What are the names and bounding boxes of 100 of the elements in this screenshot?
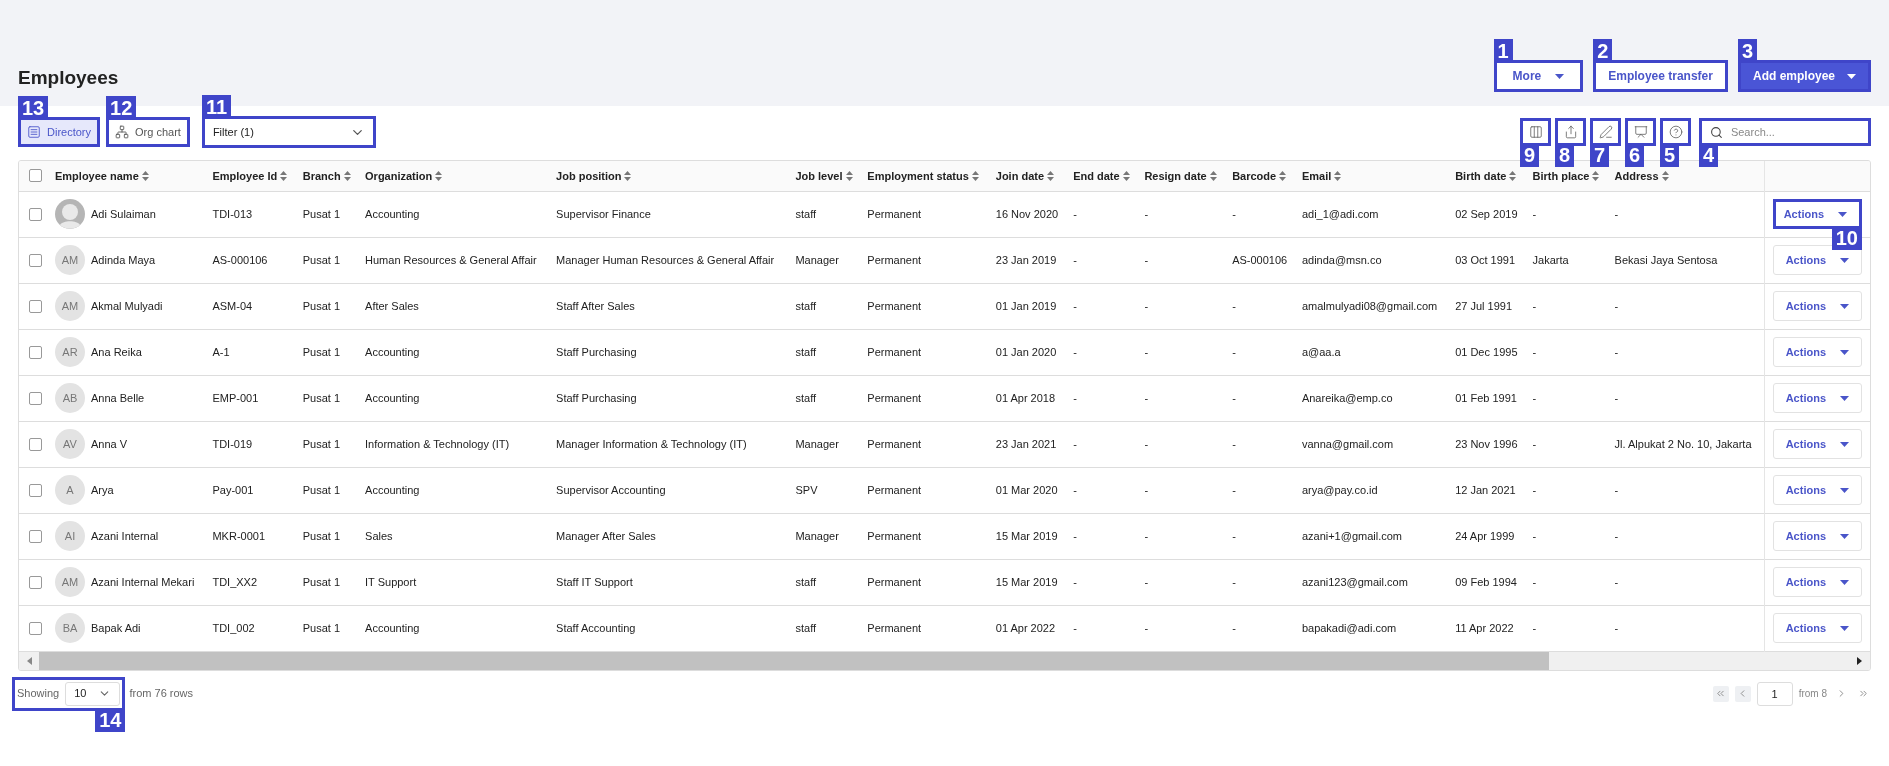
employee-name[interactable]: Adi Sulaiman xyxy=(91,205,156,223)
table-cell: - xyxy=(1232,575,1236,588)
column-header[interactable]: Birth date xyxy=(1455,167,1517,184)
table-cell: SPV xyxy=(795,483,818,496)
column-header[interactable]: End date xyxy=(1073,167,1130,184)
employee-name[interactable]: Anna V xyxy=(91,435,128,453)
column-header[interactable]: Join date xyxy=(995,167,1055,184)
table-cell: staff xyxy=(795,621,817,634)
table-cell: Pusat 1 xyxy=(302,529,341,542)
page-size-dropdown[interactable]: 10 xyxy=(65,681,121,706)
avatar-initials: AB xyxy=(55,383,85,413)
table-cell: - xyxy=(1073,575,1077,588)
row-checkbox[interactable] xyxy=(29,253,42,267)
employee-name[interactable]: Anna Belle xyxy=(91,389,145,407)
table-cell: Sales xyxy=(365,529,393,542)
callout-number: 10 xyxy=(1831,226,1862,250)
first-page-icon xyxy=(1715,688,1727,699)
table-cell: 01 Apr 2018 xyxy=(995,391,1056,404)
table-cell: azani+1@gmail.com xyxy=(1301,529,1403,542)
actions-button[interactable]: Actions xyxy=(1772,383,1862,413)
row-checkbox[interactable] xyxy=(29,529,42,543)
table-cell: - xyxy=(1073,529,1077,542)
row-checkbox[interactable] xyxy=(29,345,42,359)
sort-icon xyxy=(1661,170,1669,181)
column-header[interactable]: Resign date xyxy=(1144,167,1217,184)
employee-name[interactable]: Akmal Mulyadi xyxy=(91,297,163,315)
row-checkbox[interactable] xyxy=(29,621,42,635)
table-cell: EMP-001 xyxy=(212,391,259,404)
column-header[interactable]: Job position xyxy=(556,167,632,184)
actions-button[interactable]: Actions xyxy=(1772,337,1862,367)
column-header[interactable]: Employee Id xyxy=(212,167,288,184)
table-cell: MKR-0001 xyxy=(212,529,265,542)
table-cell: Manager After Sales xyxy=(556,529,656,542)
table-cell: AS-000106 xyxy=(1232,253,1288,266)
employee-name[interactable]: Ana Reika xyxy=(91,343,142,361)
table-cell: a@aa.a xyxy=(1301,345,1341,358)
table-cell: - xyxy=(1614,483,1619,496)
column-header[interactable]: Barcode xyxy=(1232,167,1287,184)
caret-icon xyxy=(1840,487,1849,493)
column-header[interactable]: Birth place xyxy=(1532,167,1600,184)
previous-page-button[interactable] xyxy=(1734,685,1751,702)
table-cell: 12 Jan 2021 xyxy=(1455,483,1516,496)
table-cell: Pusat 1 xyxy=(302,299,341,312)
table-cell: amalmulyadi08@gmail.com xyxy=(1301,299,1438,312)
column-header[interactable]: Employee name xyxy=(55,167,149,184)
column-header[interactable]: Address xyxy=(1614,167,1669,184)
table-cell: - xyxy=(1232,207,1236,220)
row-checkbox[interactable] xyxy=(29,207,42,221)
table-cell: Permanent xyxy=(867,207,922,220)
actions-button[interactable]: Actions xyxy=(1772,291,1862,321)
column-header[interactable]: Email xyxy=(1301,167,1342,184)
avatar-initials: AR xyxy=(55,337,85,367)
view-tab[interactable]: Directory xyxy=(21,120,97,144)
column-header[interactable]: Organization xyxy=(365,167,443,184)
row-checkbox[interactable] xyxy=(29,575,42,589)
actions-button[interactable]: Actions xyxy=(1772,245,1862,275)
actions-button[interactable]: Actions xyxy=(1772,613,1862,643)
actions-button[interactable]: Actions xyxy=(1772,475,1862,505)
column-header[interactable]: Employment status xyxy=(867,167,979,184)
sort-icon xyxy=(1592,170,1600,181)
table-cell: staff xyxy=(795,207,817,220)
employee-name[interactable]: Adinda Maya xyxy=(91,251,156,269)
table-cell: 11 Apr 2022 xyxy=(1455,621,1514,634)
row-checkbox[interactable] xyxy=(29,483,42,497)
actions-button[interactable]: Actions xyxy=(1772,567,1862,597)
callout-number: 8 xyxy=(1555,143,1575,167)
row-checkbox[interactable] xyxy=(29,437,42,451)
table-cell: Pusat 1 xyxy=(302,345,341,358)
more-button[interactable]: More xyxy=(1496,63,1581,89)
table-cell: Pusat 1 xyxy=(302,575,341,588)
avatar-initials: AV xyxy=(55,429,85,459)
actions-button[interactable]: Actions xyxy=(1772,521,1862,551)
table-cell: - xyxy=(1232,529,1236,542)
table-cell: Permanent xyxy=(867,621,922,634)
page-number-field[interactable]: 1 xyxy=(1756,681,1793,706)
select-all-checkbox[interactable] xyxy=(29,169,42,183)
column-header[interactable]: Job level xyxy=(795,167,853,184)
actions-button[interactable]: Actions xyxy=(1772,429,1862,459)
employee-name[interactable]: Azani Internal xyxy=(91,527,159,545)
transfer-button[interactable]: Employee transfer xyxy=(1596,63,1725,89)
row-checkbox[interactable] xyxy=(29,391,42,405)
table-cell: 23 Jan 2021 xyxy=(995,437,1057,450)
table-cell: - xyxy=(1232,299,1236,312)
table-cell: - xyxy=(1532,207,1537,220)
search-field[interactable]: Search... xyxy=(1730,123,1860,141)
first-page-button[interactable] xyxy=(1712,685,1729,702)
sort-icon xyxy=(1209,170,1217,181)
table-cell: - xyxy=(1532,575,1537,588)
row-checkbox[interactable] xyxy=(29,299,42,313)
add-employee-button[interactable]: Add employee xyxy=(1740,63,1868,89)
employee-name[interactable]: Arya xyxy=(91,481,114,499)
table-cell: - xyxy=(1532,437,1537,450)
employee-name[interactable]: Azani Internal Mekari xyxy=(91,573,195,591)
sort-icon xyxy=(280,170,288,181)
table-cell: Manager xyxy=(795,529,839,542)
sort-icon xyxy=(845,170,853,181)
table-cell: - xyxy=(1532,621,1537,634)
employee-name[interactable]: Bapak Adi xyxy=(91,619,141,637)
column-header[interactable]: Branch xyxy=(302,167,351,184)
table-cell: Staff Accounting xyxy=(556,621,636,634)
